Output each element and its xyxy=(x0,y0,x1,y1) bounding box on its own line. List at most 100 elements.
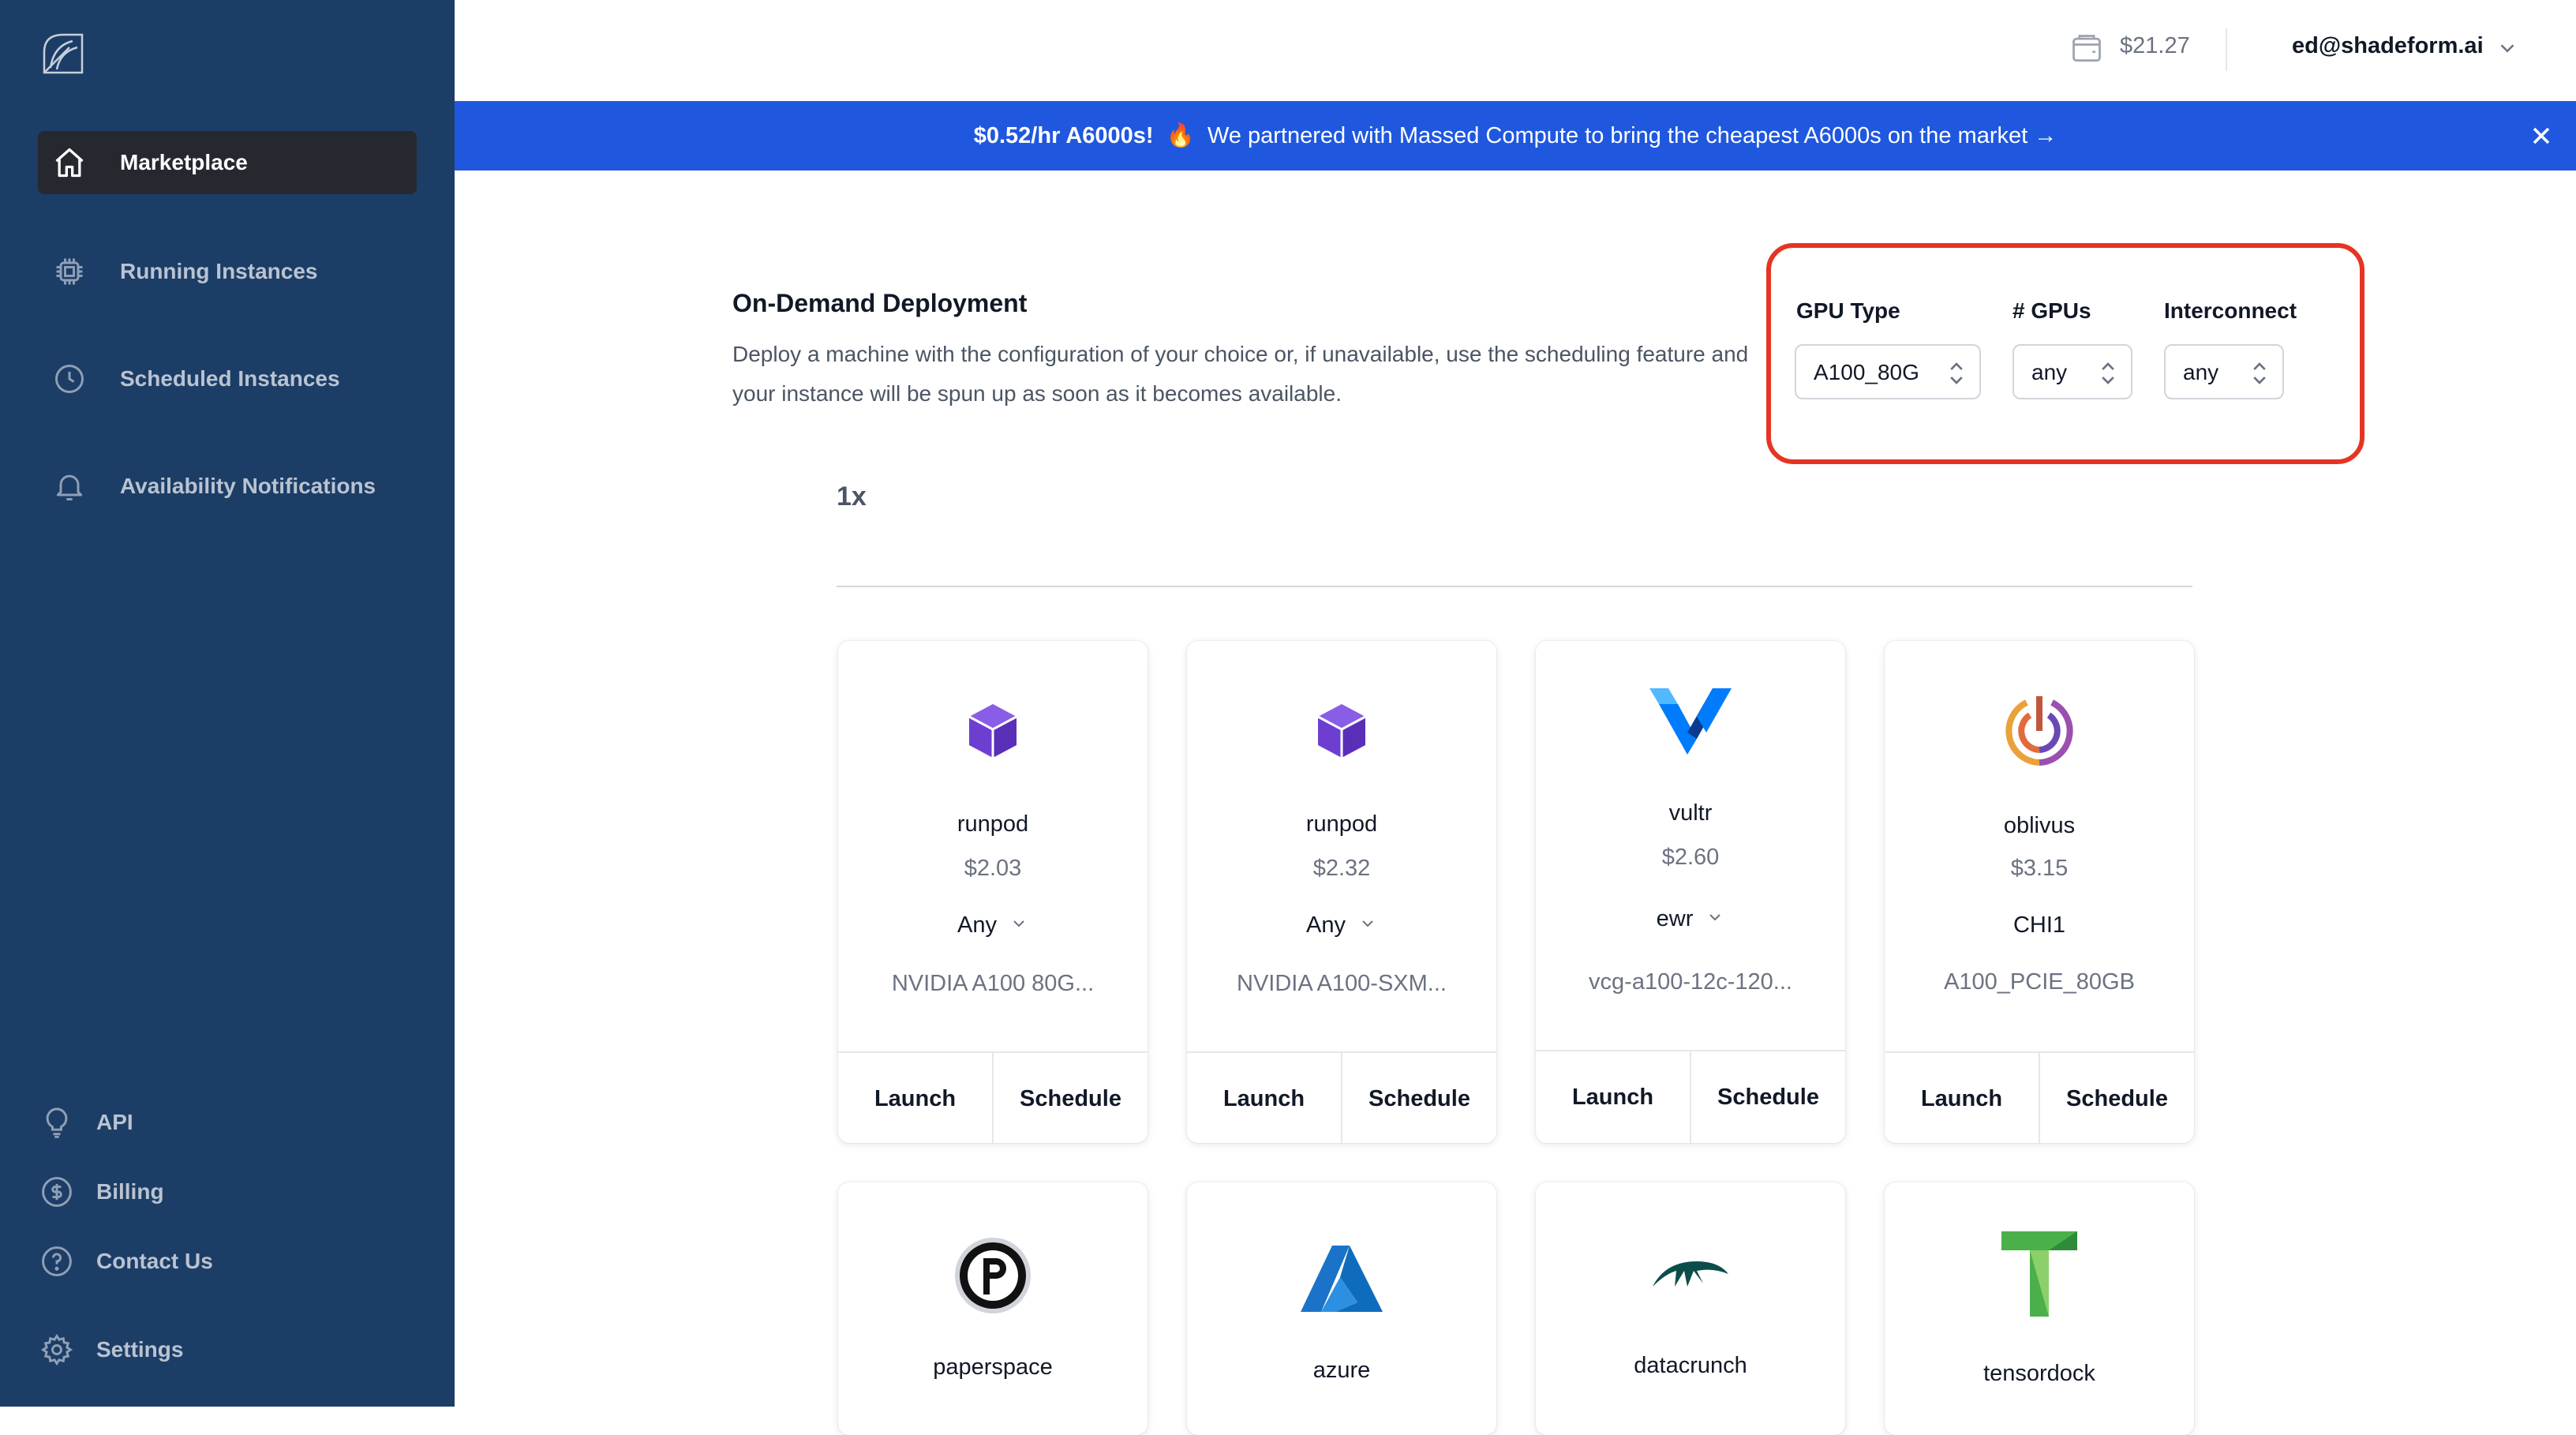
chevron-down-icon[interactable] xyxy=(2496,36,2519,64)
top-bar xyxy=(455,0,2576,101)
fire-icon: 🔥 xyxy=(1166,123,1195,148)
chevron-down-icon xyxy=(1705,907,1724,933)
page-description: Deploy a machine with the configuration … xyxy=(732,342,1749,406)
provider-card: paperspace xyxy=(838,1182,1148,1435)
page-title: On-Demand Deployment xyxy=(732,289,1028,317)
provider-name: vultr xyxy=(1668,800,1713,826)
provider-card: datacrunch xyxy=(1536,1182,1845,1435)
sidebar: Marketplace Running Instances Scheduled … xyxy=(0,0,455,1407)
azure-logo xyxy=(1187,1242,1496,1313)
sidebar-item-running-instances[interactable]: Running Instances xyxy=(38,240,417,303)
card-actions: Launch Schedule xyxy=(1536,1050,1845,1143)
schedule-button[interactable]: Schedule xyxy=(2039,1053,2194,1143)
chip-icon xyxy=(49,251,90,292)
provider-price: $3.15 xyxy=(2010,856,2069,881)
oblivus-logo xyxy=(1885,690,2194,772)
sidebar-item-billing[interactable]: Billing xyxy=(38,1168,164,1216)
wallet-icon xyxy=(2069,32,2104,66)
provider-name: runpod xyxy=(957,811,1029,837)
vultr-logo xyxy=(1536,685,1845,758)
card-actions: Launch Schedule xyxy=(1885,1051,2194,1143)
account-balance: $21.27 xyxy=(2120,33,2190,58)
provider-name: datacrunch xyxy=(1634,1353,1747,1378)
provider-price: $2.32 xyxy=(1312,856,1371,881)
num-gpus-value: any xyxy=(2031,360,2068,384)
provider-card: runpod $2.03 Any NVIDIA A100 80G... Laun… xyxy=(838,641,1148,1143)
user-menu[interactable]: ed@shadeform.ai xyxy=(2292,33,2484,59)
provider-name: paperspace xyxy=(933,1354,1053,1380)
num-gpus-select[interactable]: any xyxy=(2012,344,2132,399)
sidebar-item-label: Contact Us xyxy=(96,1249,213,1273)
gpu-count-group-label: 1x xyxy=(837,481,867,511)
clock-icon xyxy=(49,358,90,399)
sidebar-item-availability-notifications[interactable]: Availability Notifications xyxy=(38,455,417,518)
sidebar-item-label: Settings xyxy=(96,1337,184,1362)
promo-banner: $0.52/hr A6000s! 🔥 We partnered with Mas… xyxy=(455,101,2576,170)
sidebar-item-label: Running Instances xyxy=(120,259,318,283)
tensordock-logo xyxy=(1885,1228,2194,1320)
sidebar-item-api[interactable]: API xyxy=(38,1099,133,1146)
launch-button[interactable]: Launch xyxy=(1536,1051,1690,1143)
provider-price: $2.03 xyxy=(964,856,1022,881)
schedule-button[interactable]: Schedule xyxy=(1341,1053,1496,1143)
schedule-button[interactable]: Schedule xyxy=(992,1053,1148,1143)
sidebar-item-label: Scheduled Instances xyxy=(120,366,340,391)
interconnect-select[interactable]: any xyxy=(2164,344,2284,399)
sidebar-item-label: Marketplace xyxy=(120,150,248,174)
promo-banner-text[interactable]: $0.52/hr A6000s! 🔥 We partnered with Mas… xyxy=(455,101,2576,170)
provider-name: tensordock xyxy=(1983,1361,2095,1386)
card-actions: Launch Schedule xyxy=(1187,1051,1496,1143)
runpod-logo xyxy=(1187,701,1496,761)
region-select[interactable]: Any xyxy=(838,912,1148,939)
provider-card: vultr $2.60 ewr vcg-a100-12c-120... Laun… xyxy=(1536,641,1845,1143)
sidebar-item-contact-us[interactable]: Contact Us xyxy=(38,1238,213,1285)
gear-icon xyxy=(38,1331,76,1369)
provider-price: $2.60 xyxy=(1661,845,1720,870)
updown-arrows-icon xyxy=(2099,360,2117,391)
shadeform-logo[interactable] xyxy=(38,28,88,79)
sidebar-item-label: Availability Notifications xyxy=(120,474,376,498)
sidebar-item-label: API xyxy=(96,1110,133,1134)
sidebar-item-marketplace[interactable]: Marketplace xyxy=(38,131,417,194)
promo-message: We partnered with Massed Compute to brin… xyxy=(1207,123,2057,148)
gpu-type-label: GPU Type xyxy=(1796,298,1900,323)
close-icon[interactable] xyxy=(2527,122,2555,150)
region-select[interactable]: Any xyxy=(1187,912,1496,939)
region-select[interactable]: ewr xyxy=(1536,906,1845,933)
region-value: ewr xyxy=(1656,906,1694,931)
sidebar-item-scheduled-instances[interactable]: Scheduled Instances xyxy=(38,347,417,410)
num-gpus-label: # GPUs xyxy=(2012,298,2091,323)
provider-name: runpod xyxy=(1305,811,1378,837)
region-value: Any xyxy=(957,912,997,938)
promo-headline: $0.52/hr A6000s! xyxy=(973,123,1154,148)
region-value: Any xyxy=(1306,912,1346,938)
divider xyxy=(2226,28,2227,71)
interconnect-label: Interconnect xyxy=(2164,298,2297,323)
updown-arrows-icon xyxy=(1948,360,1965,391)
paperspace-logo xyxy=(838,1235,1148,1317)
launch-button[interactable]: Launch xyxy=(1885,1053,2039,1143)
provider-name: oblivus xyxy=(2003,813,2076,838)
provider-card: oblivus $3.15 CHI1 A100_PCIE_80GB Launch… xyxy=(1885,641,2194,1143)
bell-icon xyxy=(49,466,90,507)
instance-model: NVIDIA A100-SXM... xyxy=(1237,971,1447,996)
provider-name: azure xyxy=(1312,1358,1371,1383)
launch-button[interactable]: Launch xyxy=(838,1053,992,1143)
sidebar-item-label: Billing xyxy=(96,1179,164,1204)
question-circle-icon xyxy=(38,1242,76,1280)
sidebar-item-settings[interactable]: Settings xyxy=(38,1326,183,1373)
provider-card: tensordock xyxy=(1885,1182,2194,1435)
launch-button[interactable]: Launch xyxy=(1187,1053,1341,1143)
instance-model: vcg-a100-12c-120... xyxy=(1589,969,1792,995)
card-actions: Launch Schedule xyxy=(838,1051,1148,1143)
lightbulb-icon xyxy=(38,1103,76,1141)
instance-model: NVIDIA A100 80G... xyxy=(891,971,1095,996)
dollar-circle-icon xyxy=(38,1173,76,1211)
provider-card: runpod $2.32 Any NVIDIA A100-SXM... Laun… xyxy=(1187,641,1496,1143)
datacrunch-logo xyxy=(1536,1252,1845,1293)
schedule-button[interactable]: Schedule xyxy=(1690,1051,1845,1143)
chevron-down-icon xyxy=(1358,913,1377,939)
gpu-type-select[interactable]: A100_80G xyxy=(1795,344,1981,399)
divider xyxy=(837,586,2192,587)
region-label: CHI1 xyxy=(2012,912,2066,938)
